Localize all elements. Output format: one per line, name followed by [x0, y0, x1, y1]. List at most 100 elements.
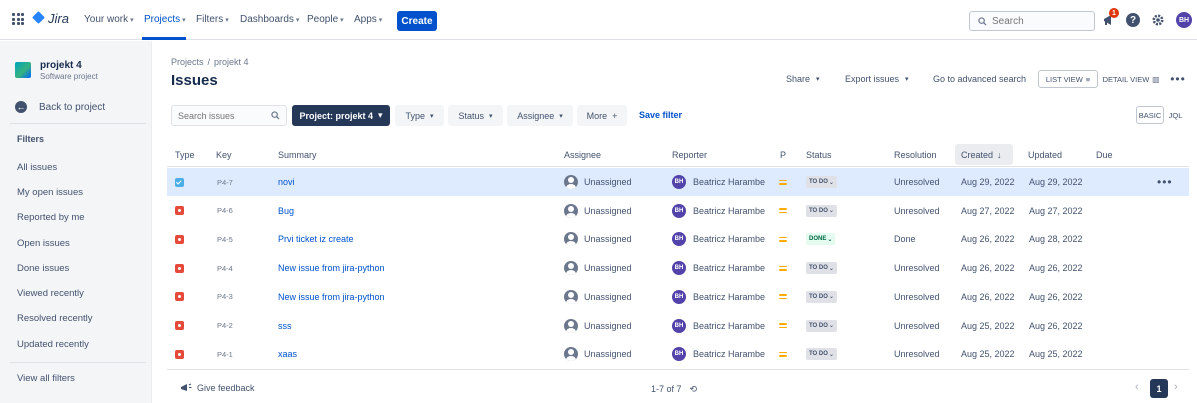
sidebar-item-updated-recently[interactable]: Updated recently: [17, 339, 89, 350]
issue-key[interactable]: P4-5: [217, 235, 233, 244]
status-filter-button[interactable]: Status ▾: [448, 105, 503, 126]
sidebar-item-resolved-recently[interactable]: Resolved recently: [17, 313, 93, 324]
search-icon: [978, 16, 987, 26]
breadcrumb-project[interactable]: projekt 4: [214, 57, 249, 67]
priority-cell: [779, 197, 787, 225]
reporter-cell: BH Beatricz Harambe: [672, 168, 765, 196]
issue-summary-link[interactable]: New issue from jira-python: [278, 292, 385, 302]
issue-summary-link[interactable]: Prvi ticket iz create: [278, 234, 354, 244]
more-actions-button[interactable]: •••: [1166, 69, 1190, 89]
create-button[interactable]: Create: [397, 11, 437, 31]
detail-view-button[interactable]: DETAIL VIEW ▥: [1098, 70, 1164, 88]
table-row[interactable]: P4-7 novi Unassigned BH Beatricz Harambe TO D…: [167, 168, 1189, 196]
nav-projects[interactable]: Projects ▾: [144, 14, 186, 25]
status-badge[interactable]: TO DO ⌄: [806, 348, 837, 361]
table-row[interactable]: P4-5 Prvi ticket iz create Unassigned BH Bea…: [167, 225, 1189, 253]
created-cell: Aug 26, 2022: [961, 283, 1015, 311]
nav-people[interactable]: People ▾: [307, 14, 344, 25]
project-filter-button[interactable]: Project: projekt 4 ▾: [292, 105, 390, 126]
jql-mode-button[interactable]: JQL: [1164, 106, 1187, 124]
issue-key[interactable]: P4-7: [217, 178, 233, 187]
table-row[interactable]: P4-1 xaas Unassigned BH Beatricz Harambe TO D…: [167, 340, 1189, 368]
column-header-status[interactable]: Status: [806, 150, 832, 160]
column-header-created[interactable]: Created ↓: [955, 144, 1013, 165]
type-filter-button[interactable]: Type ▾: [395, 105, 444, 126]
nav-apps[interactable]: Apps ▾: [354, 14, 382, 25]
issue-summary-link[interactable]: Bug: [278, 206, 294, 216]
back-to-project-link[interactable]: ← Back to project: [15, 101, 105, 113]
issue-key[interactable]: P4-2: [217, 321, 233, 330]
issue-key[interactable]: P4-1: [217, 350, 233, 359]
more-filters-label: More: [586, 110, 608, 121]
project-name[interactable]: projekt 4: [40, 60, 82, 71]
sidebar-item-my-open-issues[interactable]: My open issues: [17, 187, 83, 198]
issue-summary-link[interactable]: xaas: [278, 349, 297, 359]
status-badge[interactable]: TO DO ⌄: [806, 204, 837, 217]
list-view-button[interactable]: LIST VIEW ≡: [1038, 70, 1098, 88]
table-row[interactable]: P4-4 New issue from jira-python Unassigned…: [167, 254, 1189, 282]
assignee-filter-button[interactable]: Assignee ▾: [507, 105, 573, 126]
status-badge[interactable]: TO DO ⌄: [806, 262, 837, 275]
column-header-due[interactable]: Due: [1096, 150, 1113, 160]
basic-mode-button[interactable]: BASIC: [1136, 106, 1164, 124]
status-badge[interactable]: TO DO ⌄: [806, 319, 837, 332]
app-switcher-icon[interactable]: [12, 13, 24, 25]
issue-search-field[interactable]: [171, 105, 287, 126]
column-header-priority[interactable]: P: [780, 150, 786, 160]
issue-summary-link[interactable]: New issue from jira-python: [278, 263, 385, 273]
assignee-cell: Unassigned: [564, 168, 632, 196]
more-filters-button[interactable]: More +: [577, 105, 627, 126]
sidebar-item-all-issues[interactable]: All issues: [17, 162, 57, 173]
issue-key[interactable]: P4-3: [217, 292, 233, 301]
column-header-resolution[interactable]: Resolution: [894, 150, 937, 160]
global-search[interactable]: [969, 11, 1095, 31]
column-header-reporter[interactable]: Reporter: [672, 150, 707, 160]
next-page-button[interactable]: ›: [1174, 381, 1178, 393]
jira-logo[interactable]: Jira: [32, 11, 69, 26]
row-actions-button[interactable]: •••: [1157, 175, 1173, 189]
share-button[interactable]: Share ▾: [786, 69, 820, 89]
table-row[interactable]: P4-6 Bug Unassigned BH Beatricz Harambe TO DO…: [167, 197, 1189, 225]
sidebar-item-done-issues[interactable]: Done issues: [17, 263, 69, 274]
refresh-icon[interactable]: ⟲: [690, 384, 698, 395]
column-header-summary[interactable]: Summary: [278, 150, 317, 160]
created-cell: Aug 25, 2022: [961, 340, 1015, 368]
save-filter-button[interactable]: Save filter: [639, 110, 682, 120]
sidebar-item-reported-by-me[interactable]: Reported by me: [17, 212, 85, 223]
user-avatar[interactable]: BH: [1176, 12, 1192, 28]
sidebar-item-viewed-recently[interactable]: Viewed recently: [17, 288, 84, 299]
breadcrumb-projects[interactable]: Projects: [171, 57, 204, 67]
issue-key[interactable]: P4-4: [217, 264, 233, 273]
status-badge[interactable]: TO DO ⌄: [806, 290, 837, 303]
issue-search-input[interactable]: [178, 110, 258, 121]
export-issues-button[interactable]: Export issues ▾: [845, 69, 909, 89]
current-page-button[interactable]: 1: [1150, 379, 1168, 398]
column-header-type[interactable]: Type: [175, 150, 195, 160]
status-badge[interactable]: TO DO ⌄: [806, 176, 837, 188]
table-row[interactable]: P4-3 New issue from jira-python Unassigned…: [167, 283, 1189, 311]
nav-dashboards[interactable]: Dashboards ▾: [240, 14, 299, 25]
column-header-updated[interactable]: Updated: [1028, 150, 1062, 160]
give-feedback-button[interactable]: Give feedback: [180, 383, 255, 393]
nav-your-work[interactable]: Your work ▾: [84, 14, 134, 25]
issue-key[interactable]: P4-6: [217, 206, 233, 215]
column-header-key[interactable]: Key: [216, 150, 232, 160]
assignee-cell: Unassigned: [564, 312, 632, 340]
previous-page-button[interactable]: ‹: [1135, 381, 1139, 393]
advanced-search-button[interactable]: Go to advanced search: [933, 69, 1026, 89]
table-row[interactable]: P4-2 sss Unassigned BH Beatricz Harambe TO DO…: [167, 312, 1189, 340]
view-all-filters-link[interactable]: View all filters: [17, 373, 75, 384]
column-header-assignee[interactable]: Assignee: [564, 150, 601, 160]
status-badge[interactable]: DONE ⌄: [806, 233, 836, 246]
assignee-name: Unassigned: [584, 291, 632, 302]
sidebar-item-open-issues[interactable]: Open issues: [17, 238, 70, 249]
issue-summary-link[interactable]: novi: [278, 177, 295, 187]
key-cell: P4-2: [217, 312, 233, 340]
nav-filters[interactable]: Filters ▾: [196, 14, 229, 25]
issue-summary-link[interactable]: sss: [278, 321, 292, 331]
updated-cell: Aug 26, 2022: [1029, 312, 1083, 340]
help-button[interactable]: ?: [1125, 12, 1141, 28]
issue-count: 1-7 of 7: [651, 384, 682, 394]
search-input[interactable]: [992, 15, 1082, 27]
settings-button[interactable]: [1150, 12, 1166, 28]
